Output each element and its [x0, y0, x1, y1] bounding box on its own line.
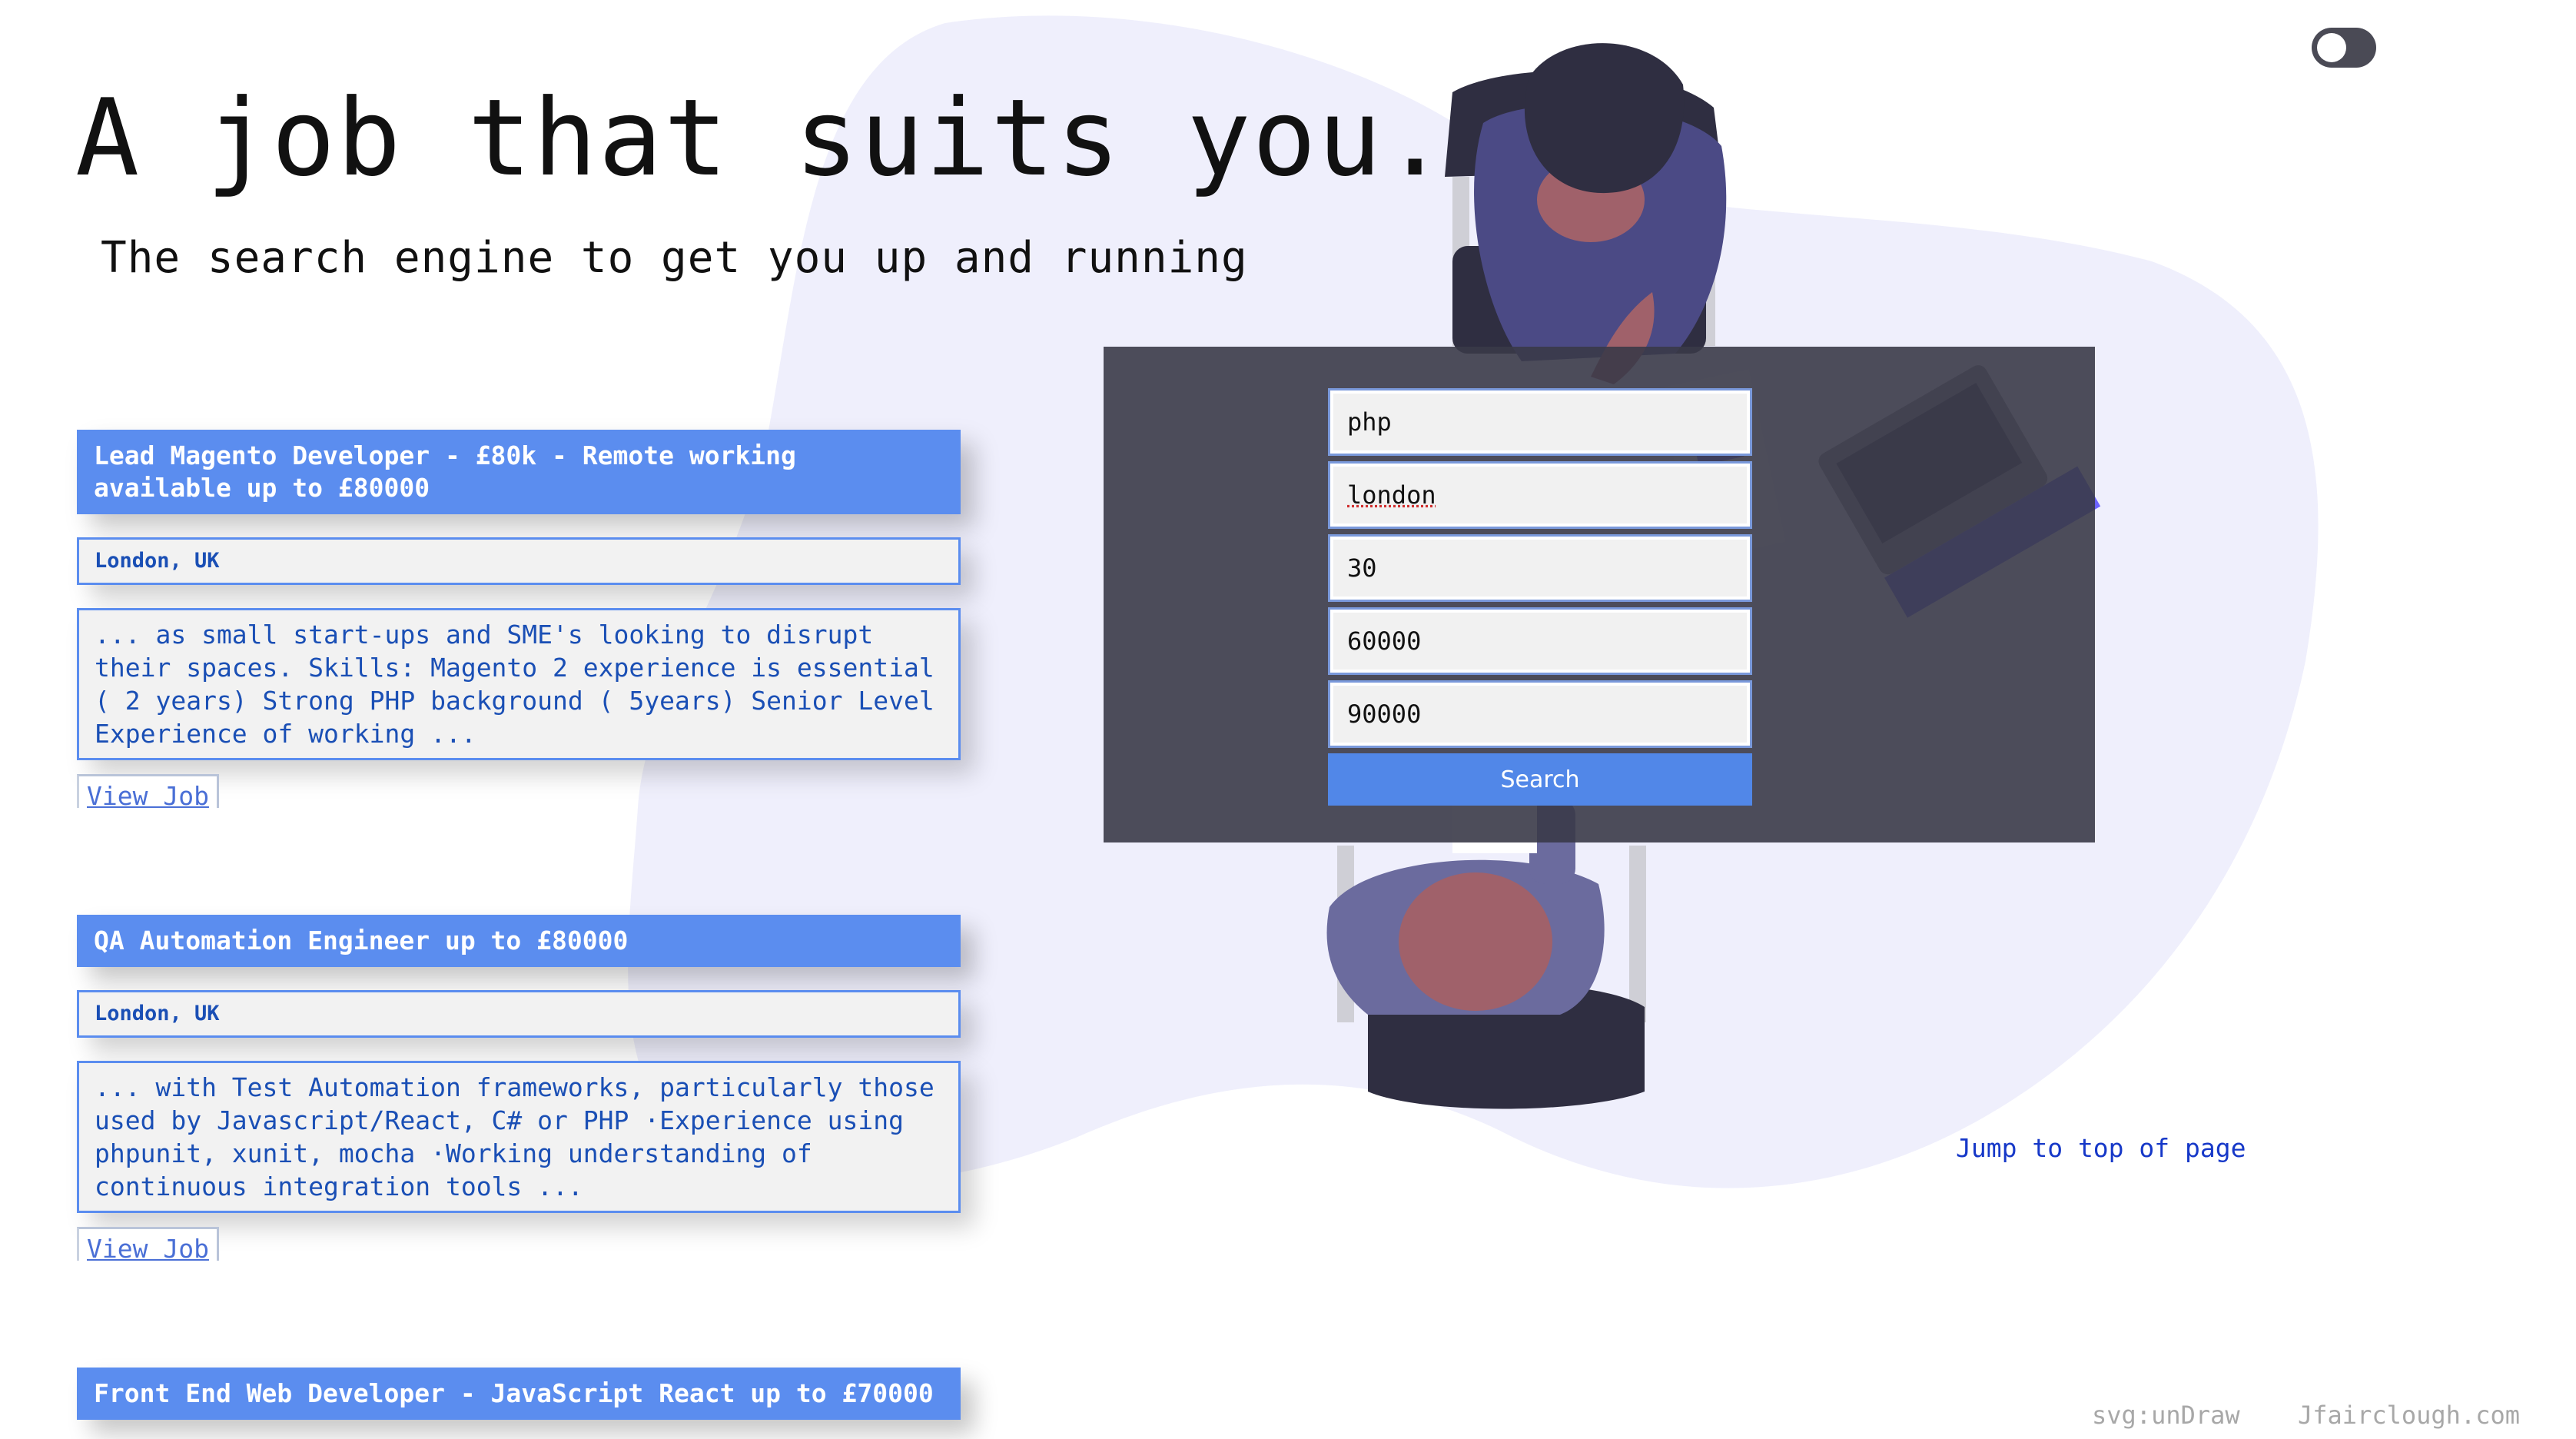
search-form: Search: [1328, 388, 1752, 806]
job-card: Front End Web Developer - JavaScript Rea…: [77, 1368, 961, 1420]
page-subtitle: The search engine to get you up and runn…: [101, 233, 1248, 283]
job-description: ... as small start-ups and SME's looking…: [77, 608, 961, 760]
job-location: London, UK: [77, 537, 961, 585]
keyword-input[interactable]: [1328, 388, 1752, 456]
jump-to-top-link[interactable]: Jump to top of page: [1956, 1133, 2246, 1163]
toggle-knob: [2317, 33, 2346, 62]
view-job-link[interactable]: View Job: [77, 1227, 219, 1261]
job-title: Front End Web Developer - JavaScript Rea…: [77, 1368, 961, 1420]
job-card: Lead Magento Developer - £80k - Remote w…: [77, 430, 961, 811]
site-credit: Jfairclough.com: [2298, 1401, 2520, 1430]
max-salary-input[interactable]: [1328, 680, 1752, 748]
job-card: QA Automation Engineer up to £80000 Lond…: [77, 915, 961, 1264]
page-title: A job that suits you.: [75, 76, 1449, 200]
search-button[interactable]: Search: [1328, 753, 1752, 806]
bottom-chair-post-right: [1629, 846, 1646, 1022]
job-title: Lead Magento Developer - £80k - Remote w…: [77, 430, 961, 514]
job-location: London, UK: [77, 990, 961, 1038]
view-job-link[interactable]: View Job: [77, 774, 219, 808]
theme-toggle[interactable]: [2312, 28, 2376, 68]
bottom-person-head: [1399, 872, 1552, 1011]
distance-input[interactable]: [1328, 534, 1752, 602]
min-salary-input[interactable]: [1328, 607, 1752, 675]
job-description: ... with Test Automation frameworks, par…: [77, 1061, 961, 1213]
job-title: QA Automation Engineer up to £80000: [77, 915, 961, 967]
svg-credit: svg:unDraw: [2092, 1401, 2240, 1430]
location-input[interactable]: [1328, 461, 1752, 529]
